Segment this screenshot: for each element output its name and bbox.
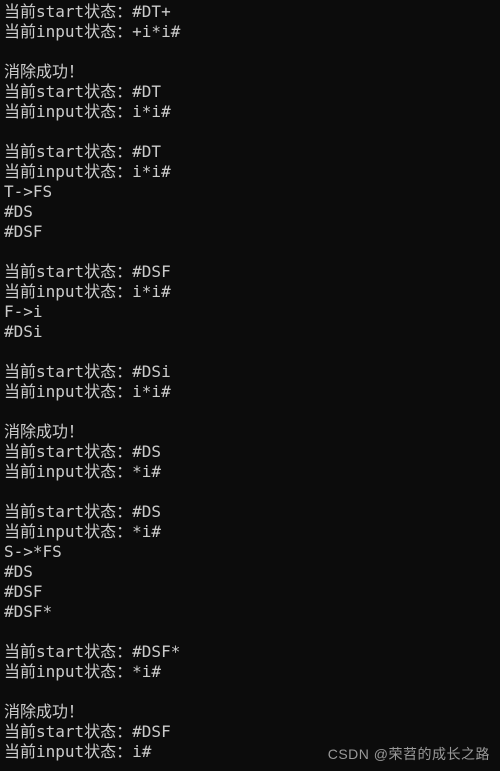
terminal-line: 当前start状态：#DS xyxy=(4,502,496,522)
terminal-line: #DSF* xyxy=(4,602,496,622)
terminal-line: 当前start状态：#DT+ xyxy=(4,2,496,22)
csdn-watermark: CSDN @荣苕的成长之路 xyxy=(328,746,490,764)
terminal-line xyxy=(4,402,496,422)
terminal-line: 当前input状态：i*i# xyxy=(4,162,496,182)
terminal-line xyxy=(4,242,496,262)
terminal-line xyxy=(4,342,496,362)
terminal-line: #DS xyxy=(4,202,496,222)
terminal-line: 当前input状态：+i*i# xyxy=(4,22,496,42)
terminal-line: 当前input状态：i*i# xyxy=(4,382,496,402)
terminal-line: #DSi xyxy=(4,322,496,342)
terminal-line: 当前start状态：#DS xyxy=(4,442,496,462)
terminal-line: 当前start状态：#DT xyxy=(4,82,496,102)
terminal-line: 当前start状态：#DSF xyxy=(4,722,496,742)
terminal-line: 当前input状态：*i# xyxy=(4,662,496,682)
terminal-line xyxy=(4,482,496,502)
terminal-line: 消除成功！ xyxy=(4,702,496,722)
terminal-line: 消除成功！ xyxy=(4,62,496,82)
terminal-line: 当前start状态：#DSF xyxy=(4,262,496,282)
terminal-line: 当前input状态：*i# xyxy=(4,522,496,542)
terminal-output: 当前start状态：#DT+当前input状态：+i*i# 消除成功！当前sta… xyxy=(4,2,496,762)
terminal-line: T->FS xyxy=(4,182,496,202)
terminal-line xyxy=(4,622,496,642)
terminal-line xyxy=(4,122,496,142)
terminal-line: 当前start状态：#DT xyxy=(4,142,496,162)
terminal-line: 当前input状态：*i# xyxy=(4,462,496,482)
terminal-line: 当前start状态：#DSi xyxy=(4,362,496,382)
terminal-line: #DS xyxy=(4,562,496,582)
terminal-line: S->*FS xyxy=(4,542,496,562)
terminal-line xyxy=(4,682,496,702)
terminal-line xyxy=(4,42,496,62)
terminal-line: #DSF xyxy=(4,222,496,242)
terminal-line: 当前input状态：i*i# xyxy=(4,102,496,122)
terminal-line: 消除成功！ xyxy=(4,422,496,442)
terminal-line: #DSF xyxy=(4,582,496,602)
terminal-line: 当前start状态：#DSF* xyxy=(4,642,496,662)
terminal-line: F->i xyxy=(4,302,496,322)
terminal-line: 当前input状态：i*i# xyxy=(4,282,496,302)
